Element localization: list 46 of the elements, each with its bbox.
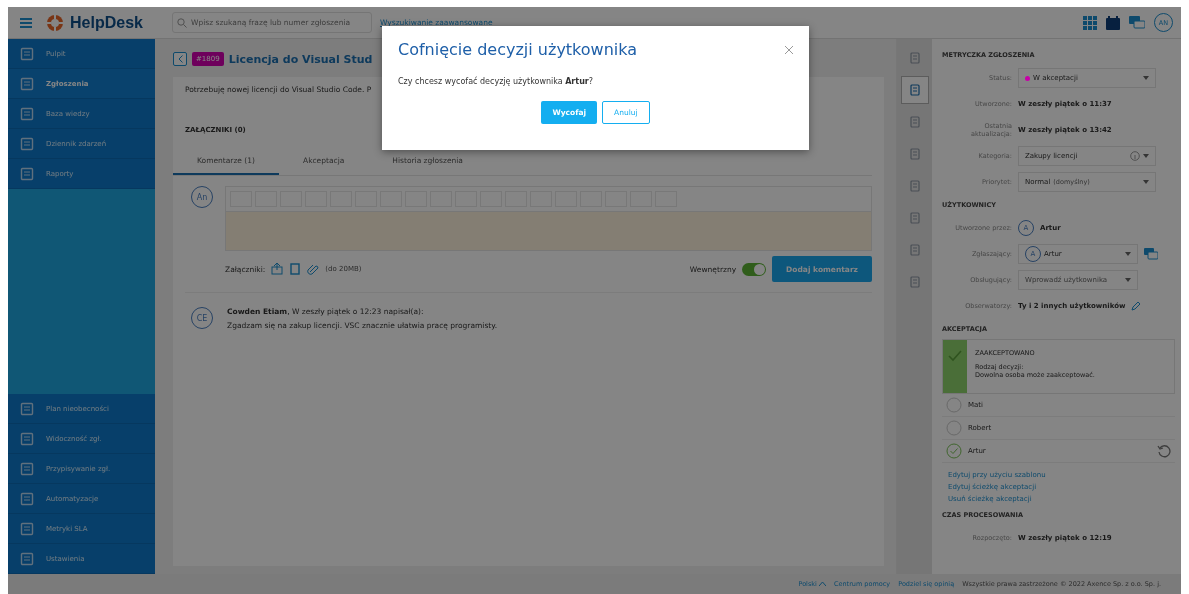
- document-icon: [20, 136, 34, 151]
- chat-icon[interactable]: [1129, 15, 1145, 30]
- document-icon: [20, 431, 34, 446]
- back-button[interactable]: [173, 52, 187, 66]
- chat-icon[interactable]: [1144, 248, 1158, 260]
- document-icon: [20, 491, 34, 506]
- lifebuoy-icon: [46, 13, 64, 32]
- document-icon: [908, 212, 921, 224]
- panel-tab[interactable]: [901, 77, 928, 103]
- calendar-icon[interactable]: [1106, 15, 1120, 30]
- upload-icon[interactable]: [271, 263, 284, 275]
- internal-toggle[interactable]: [742, 262, 767, 276]
- document-icon: [908, 180, 921, 192]
- caret-icon: [1125, 252, 1131, 256]
- caret-icon: [1125, 278, 1131, 282]
- document-icon: [908, 244, 921, 256]
- caret-icon: [1143, 76, 1149, 80]
- document-icon: [20, 106, 34, 121]
- app-logo[interactable]: HelpDesk: [70, 13, 143, 32]
- document-icon: [908, 276, 921, 288]
- document-icon: [908, 52, 921, 64]
- undo-icon[interactable]: [1157, 444, 1171, 458]
- grid-icon[interactable]: [1083, 15, 1097, 30]
- document-icon: [20, 461, 34, 476]
- menu-icon[interactable]: [20, 17, 32, 28]
- dialog-title: Cofnięcie decyzji użytkownika: [398, 40, 638, 59]
- document-icon: [908, 84, 921, 96]
- caret-icon: [1143, 180, 1149, 184]
- search-icon: [177, 18, 187, 28]
- caret-up-icon: [818, 582, 826, 586]
- caret-icon: [1143, 154, 1149, 158]
- document-icon: [908, 116, 921, 128]
- paperclip-icon[interactable]: [307, 263, 320, 275]
- document-icon[interactable]: [289, 263, 302, 275]
- document-icon: [20, 76, 34, 91]
- document-icon: [20, 401, 34, 416]
- document-icon: [20, 46, 34, 61]
- pencil-icon[interactable]: [1131, 301, 1142, 311]
- ticket-title: Licencja do Visual Stud: [228, 52, 373, 66]
- dialog-message: Czy chcesz wycofać decyzję użytkownika Artur?: [398, 77, 595, 86]
- document-icon: [20, 166, 34, 181]
- document-icon: [20, 521, 34, 536]
- chevron-left-icon: [177, 55, 183, 63]
- document-icon: [908, 148, 921, 160]
- document-icon: [20, 551, 34, 566]
- close-icon[interactable]: [785, 45, 793, 54]
